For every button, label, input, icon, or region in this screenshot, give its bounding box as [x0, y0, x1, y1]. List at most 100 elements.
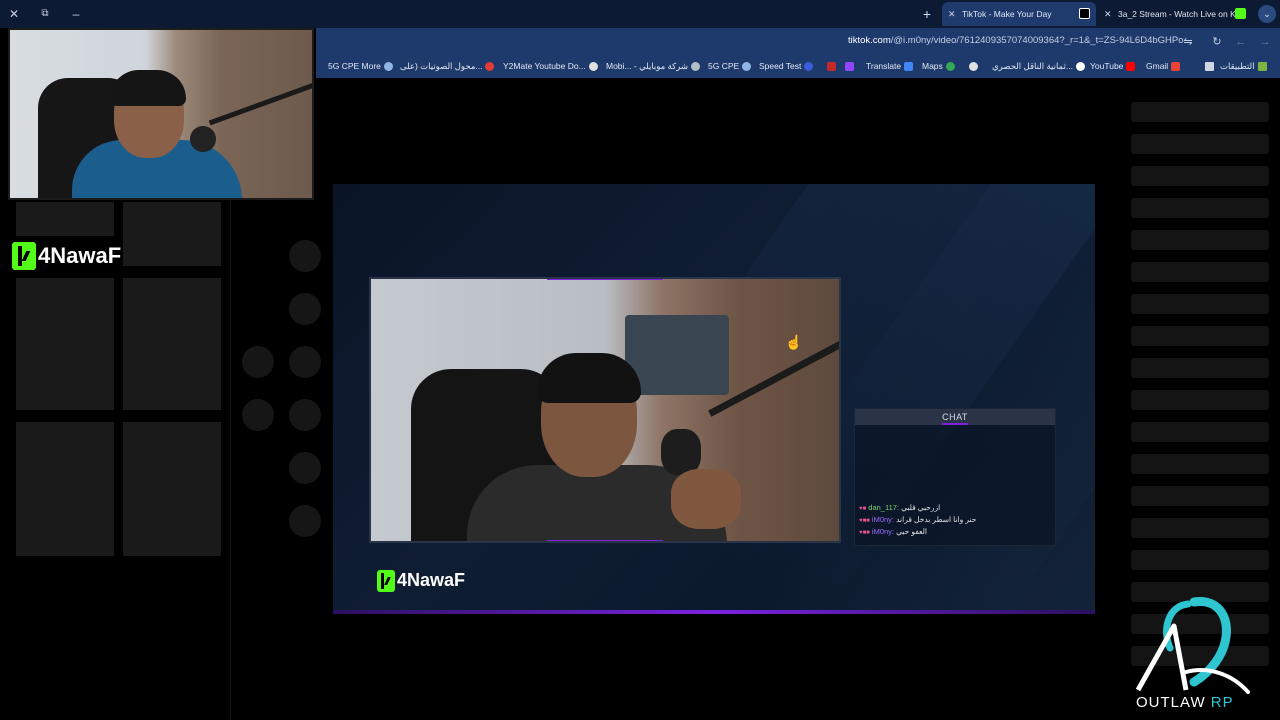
tab-search-button[interactable]: ⌄ — [1258, 5, 1276, 23]
flame-icon — [1075, 62, 1085, 72]
window-restore-icon[interactable]: ⧉ — [34, 4, 56, 24]
loading-skeleton — [1131, 198, 1269, 218]
microphone — [190, 126, 216, 152]
bookmark-label: Gmail — [1146, 61, 1169, 71]
bookmark-speed-test[interactable]: Speed Test — [759, 61, 814, 72]
bookmark-audio-converter[interactable]: محول الصوتيات (علی... — [400, 61, 495, 72]
stream-camera-feed — [369, 277, 841, 543]
loading-skeleton — [1131, 230, 1269, 250]
tab-tiktok[interactable]: ✕ TikTok - Make Your Day — [942, 2, 1096, 26]
bookmark-red[interactable] — [824, 61, 836, 72]
loading-skeleton — [1131, 262, 1269, 282]
webcam-overlay — [8, 28, 314, 200]
window-minimize-icon[interactable]: – — [65, 4, 87, 24]
url-host: tiktok.com — [848, 35, 891, 46]
bookmark-label: 5G CPE — [708, 61, 740, 71]
bookmark-translate[interactable]: Translate — [866, 61, 914, 72]
bookmark-label: Maps — [922, 61, 943, 71]
placeholder-avatar — [289, 505, 321, 537]
new-tab-button[interactable]: + — [918, 4, 936, 24]
bookmark-label: Y2Mate Youtube Do... — [503, 61, 586, 71]
bookmark-label: محول الصوتيات (علی... — [400, 61, 483, 71]
loading-skeleton — [1131, 166, 1269, 186]
watermark-word: OUTLAW — [1136, 694, 1206, 711]
browser-tab-strip: ✕ ⧉ – + ✕ TikTok - Make Your Day ✕ 3a_2 … — [0, 0, 1280, 28]
twitch-icon — [845, 62, 854, 72]
bookmark-mobily[interactable]: Mobi... - شركة موبايلي — [606, 61, 701, 72]
kick-icon — [12, 242, 36, 270]
bookmark-maps[interactable]: Maps — [922, 61, 955, 72]
bookmark-twitch[interactable] — [842, 61, 854, 72]
bookmark-label: ثمانية الناقل الحصري... — [992, 61, 1073, 71]
converter-icon — [485, 62, 495, 72]
close-tab-icon[interactable]: ✕ — [948, 2, 956, 26]
translate-icon — [904, 62, 914, 72]
address-bar[interactable]: tiktok.com/@i.m0ny/video/761240935707400… — [848, 35, 1184, 46]
chat-username: dan_117: — [868, 503, 900, 512]
bookmark-label: 5G CPE More — [328, 61, 381, 71]
mouse-cursor-icon: ☝ — [785, 334, 803, 350]
placeholder-tile — [16, 422, 114, 556]
bookmark-y2mate[interactable]: Y2Mate Youtube Do... — [503, 61, 598, 72]
loading-skeleton — [1131, 326, 1269, 346]
chat-message: ♥■■ iM0ny: العفو حبي — [859, 527, 1053, 536]
reload-icon[interactable]: ↻ — [1209, 34, 1225, 50]
microphone — [661, 429, 701, 475]
chat-text: ازرحبي قلبي — [901, 503, 941, 512]
kick-icon — [377, 570, 395, 592]
loading-skeleton — [1131, 134, 1269, 154]
placeholder-avatar — [289, 240, 321, 272]
loading-skeleton — [1131, 454, 1269, 474]
globe-icon — [969, 62, 978, 72]
tiktok-icon — [1079, 8, 1090, 19]
bookmark-5g-cpe-more[interactable]: 5G CPE More — [328, 61, 393, 72]
loading-skeleton — [1131, 550, 1269, 570]
window-close-icon[interactable]: ✕ — [3, 4, 25, 24]
tab-title: TikTok - Make Your Day — [962, 9, 1052, 19]
forward-icon[interactable]: → — [1257, 34, 1273, 50]
bookmark-5g-cpe[interactable]: 5G CPE — [708, 61, 752, 72]
apps-grid-icon — [1205, 62, 1214, 72]
router-icon — [383, 62, 393, 72]
kick-icon — [1235, 8, 1246, 19]
bookmark-youtube[interactable]: YouTube — [1090, 61, 1136, 72]
chat-header: CHAT — [855, 409, 1055, 425]
bookmark-apps[interactable]: التطبيقات — [1202, 61, 1267, 72]
bookmark-thmanyah[interactable]: ثمانية الناقل الحصري... — [992, 61, 1085, 72]
maps-icon — [945, 62, 955, 72]
youtube-icon — [1126, 62, 1136, 72]
badge-icon: ♥■■ — [859, 530, 870, 536]
stage-accent-bar — [333, 610, 1095, 614]
placeholder-tile — [123, 278, 221, 410]
placeholder-tile — [16, 202, 114, 236]
mobily-icon — [691, 62, 701, 72]
close-tab-icon[interactable]: ✕ — [1104, 2, 1112, 26]
bookmark-gmail[interactable]: Gmail — [1146, 61, 1181, 72]
chat-title: CHAT — [942, 412, 968, 425]
tab-kick-stream[interactable]: ✕ 3a_2 Stream - Watch Live on Ki — [1098, 2, 1252, 26]
placeholder-avatar — [289, 293, 321, 325]
apps-icon — [1257, 62, 1267, 72]
loading-skeleton — [1131, 518, 1269, 538]
speedtest-icon — [804, 62, 814, 72]
placeholder-avatar — [289, 452, 321, 484]
back-icon[interactable]: ← — [1233, 34, 1249, 50]
stream-video-player[interactable]: ☝ CHAT ♥■ dan_117: ازرحبي قلبي ♥■■ iM0ny… — [333, 184, 1095, 614]
channel-name: 4NawaF — [397, 570, 466, 590]
placeholder-tile — [123, 422, 221, 556]
badge-icon: ♥■ — [859, 506, 867, 512]
placeholder-avatar — [289, 346, 321, 378]
chat-message: ♥■■ iM0ny: حنر وانا اسطر بدخل قراند — [859, 515, 1053, 524]
bookmark-label: Mobi... - شركة موبايلي — [606, 61, 689, 71]
router-icon — [742, 62, 752, 72]
loading-skeleton — [1131, 422, 1269, 442]
browser-toolbar: tiktok.com/@i.m0ny/video/761240935707400… — [316, 28, 1280, 56]
globe-icon — [588, 62, 598, 72]
chat-message: ♥■ dan_117: ازرحبي قلبي — [859, 503, 1053, 512]
bookmark-label: YouTube — [1090, 61, 1124, 71]
bookmark-label: Speed Test — [759, 61, 802, 71]
outlaw-rp-logo-icon — [1135, 597, 1250, 694]
bookmark-globe[interactable] — [966, 61, 978, 72]
chat-username: iM0ny: — [871, 527, 894, 536]
site-settings-icon[interactable]: ⇋ — [1180, 34, 1196, 50]
